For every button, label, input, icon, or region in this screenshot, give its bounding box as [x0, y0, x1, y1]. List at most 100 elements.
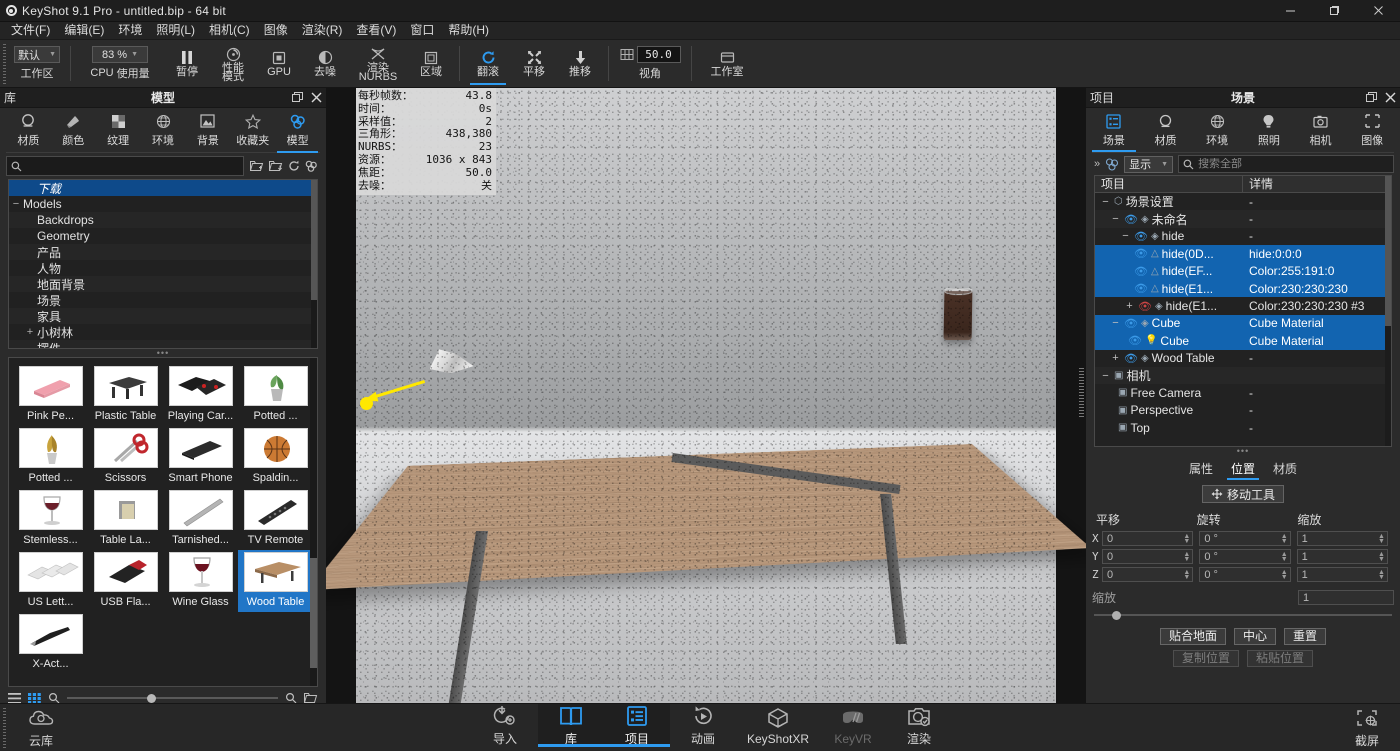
library-grid-item[interactable]: X-Act... — [13, 612, 88, 674]
scene-row[interactable]: +👁◈hide(E1... Color:230:230:230 #3 — [1095, 297, 1391, 314]
library-grid-item[interactable]: Pink Pe... — [13, 364, 88, 426]
scale-z-field[interactable]: 1▲▼ — [1297, 567, 1388, 582]
reset-button[interactable]: 重置 — [1284, 628, 1326, 645]
project-close-button[interactable] — [1385, 92, 1396, 103]
scene-scrollbar[interactable] — [1385, 176, 1391, 446]
tree-item-grove[interactable]: +小树林 — [9, 324, 317, 340]
bottom-item-project[interactable]: 项目 — [604, 704, 670, 747]
workspace-control[interactable]: 默认 ▼ 工作区 — [9, 40, 65, 87]
region-button[interactable]: 区域 — [408, 40, 454, 87]
menu-edit[interactable]: 编辑(E) — [57, 22, 111, 39]
scale-x-field[interactable]: 1▲▼ — [1297, 531, 1388, 546]
scene-row[interactable]: −👁◈hide - — [1095, 228, 1391, 245]
library-search-box[interactable] — [6, 156, 244, 176]
scene-row[interactable]: −▣相机 — [1095, 367, 1391, 384]
visibility-eye-icon[interactable]: 👁 — [1134, 282, 1148, 295]
menu-camera[interactable]: 相机(C) — [202, 22, 257, 39]
fov-value-field[interactable]: 50.0 — [637, 46, 681, 63]
display-dropdown[interactable]: 显示 ▼ — [1124, 156, 1173, 173]
rotate-x-field[interactable]: 0 °▲▼ — [1199, 531, 1290, 546]
tree-item-models[interactable]: −Models — [9, 196, 317, 212]
scene-row[interactable]: ▣Free Camera - — [1095, 384, 1391, 401]
stepper-icon[interactable]: ▲▼ — [1281, 570, 1288, 580]
library-undock-button[interactable] — [292, 92, 303, 103]
fov-control[interactable]: 50.0 视角 — [614, 40, 686, 87]
row-expand-toggle[interactable]: − — [1100, 196, 1111, 208]
stepper-icon[interactable]: ▲▼ — [1183, 552, 1190, 562]
add-folder-icon[interactable] — [250, 160, 264, 172]
bottom-item-cloud-library[interactable]: 云库 — [8, 704, 74, 751]
stepper-icon[interactable]: ▲▼ — [1183, 570, 1190, 580]
tree-item-ornaments[interactable]: 摆件 — [9, 340, 317, 349]
stepper-icon[interactable]: ▲▼ — [1378, 552, 1385, 562]
menu-image[interactable]: 图像 — [257, 22, 295, 39]
library-grid-item[interactable]: Potted ... — [13, 426, 88, 488]
render-nurbs-button[interactable]: 渲染 NURBS — [348, 40, 408, 87]
stepper-icon[interactable]: ▲▼ — [1378, 534, 1385, 544]
viewport-splitter[interactable] — [1079, 368, 1084, 418]
scene-tree-table[interactable]: 项目 详情 −⬡场景设置 - −👁◈未命名 - −👁◈hide - 👁△hide… — [1094, 175, 1392, 447]
bottom-item-render[interactable]: 渲染 — [886, 704, 952, 747]
library-grid-item[interactable]: US Lett... — [13, 550, 88, 612]
maximize-button[interactable] — [1312, 0, 1356, 22]
bottom-item-keyvr[interactable]: KeyVR — [820, 704, 886, 747]
row-expand-toggle[interactable]: − — [1110, 317, 1121, 329]
light-gizmo-handle[interactable] — [360, 397, 373, 410]
uniform-scale-slider[interactable] — [1094, 610, 1392, 620]
performance-mode-button[interactable]: 性能 模式 — [210, 40, 256, 87]
menu-lighting[interactable]: 照明(L) — [149, 22, 202, 39]
scene-row-selected[interactable]: 👁△hide(0D... hide:0:0:0 — [1095, 245, 1391, 262]
library-splitter[interactable]: ••• — [0, 349, 326, 357]
library-grid-item[interactable]: Tarnished... — [163, 488, 238, 550]
library-tab-backplates[interactable]: 背景 — [185, 109, 230, 151]
menu-window[interactable]: 窗口 — [403, 22, 441, 39]
denoise-button[interactable]: 去噪 — [302, 40, 348, 87]
scene-search-box[interactable] — [1178, 155, 1394, 173]
uniform-scale-field[interactable]: 1 — [1298, 590, 1394, 605]
library-tab-materials[interactable]: 材质 — [6, 109, 51, 151]
subtab-properties[interactable]: 属性 — [1187, 460, 1215, 480]
stepper-icon[interactable]: ▲▼ — [1183, 534, 1190, 544]
scene-row-selected[interactable]: −👁◈Cube Cube Material — [1095, 315, 1391, 332]
tree-item-scenes[interactable]: 场景 — [9, 292, 317, 308]
library-grid-item[interactable]: TV Remote — [238, 488, 313, 550]
menu-render[interactable]: 渲染(R) — [295, 22, 350, 39]
grid-scrollbar[interactable] — [310, 358, 317, 686]
render-viewport[interactable]: 每秒帧数：43.8 时间：0s 采样值：2 三角形：438,380 NURBS：… — [326, 88, 1086, 703]
scene-row-selected[interactable]: 👁△hide(EF... Color:255:191:0 — [1095, 263, 1391, 280]
scene-row[interactable]: +👁◈Wood Table - — [1095, 350, 1391, 367]
pan-button[interactable]: 平移 — [511, 40, 557, 87]
project-tab-material[interactable]: 材质 — [1140, 109, 1192, 151]
toolbar-drag-handle[interactable] — [0, 40, 9, 87]
library-grid-item[interactable]: Plastic Table — [88, 364, 163, 426]
row-expand-toggle[interactable]: − — [1110, 213, 1121, 225]
library-grid-item[interactable]: Wine Glass — [163, 550, 238, 612]
tree-scrollbar[interactable] — [311, 180, 317, 348]
row-expand-toggle[interactable]: − — [1100, 370, 1111, 382]
studio-button[interactable]: 工作室 — [697, 40, 757, 87]
library-tab-favorites[interactable]: 收藏夹 — [230, 109, 275, 151]
copy-position-button[interactable]: 复制位置 — [1173, 650, 1239, 667]
translate-x-field[interactable]: 0▲▼ — [1102, 531, 1193, 546]
stepper-icon[interactable]: ▲▼ — [1378, 570, 1385, 580]
import-folder-icon[interactable] — [269, 160, 283, 172]
scene-row-selected[interactable]: 👁💡Cube Cube Material — [1095, 332, 1391, 349]
library-grid-item-selected[interactable]: Wood Table — [238, 550, 313, 612]
library-tab-environments[interactable]: 环境 — [141, 109, 186, 151]
bottom-item-import[interactable]: 导入 — [472, 704, 538, 747]
translate-y-field[interactable]: 0▲▼ — [1102, 549, 1193, 564]
scene-row[interactable]: ▣Perspective - — [1095, 402, 1391, 419]
workspace-combo[interactable]: 默认 ▼ — [14, 46, 60, 63]
menu-file[interactable]: 文件(F) — [4, 22, 57, 39]
tree-item-people[interactable]: 人物 — [9, 260, 317, 276]
visibility-eye-icon[interactable]: 👁 — [1134, 247, 1148, 260]
close-button[interactable] — [1356, 0, 1400, 22]
minimize-button[interactable] — [1268, 0, 1312, 22]
library-close-button[interactable] — [311, 92, 322, 103]
move-tool-button[interactable]: 移动工具 — [1202, 485, 1284, 503]
tree-item-backdrops[interactable]: Backdrops — [9, 212, 317, 228]
grid-view-icon[interactable] — [28, 693, 41, 704]
stepper-icon[interactable]: ▲▼ — [1281, 552, 1288, 562]
visibility-eye-off-icon[interactable]: 👁 — [1138, 300, 1152, 313]
chevron-right-icon[interactable]: » — [1094, 158, 1100, 170]
